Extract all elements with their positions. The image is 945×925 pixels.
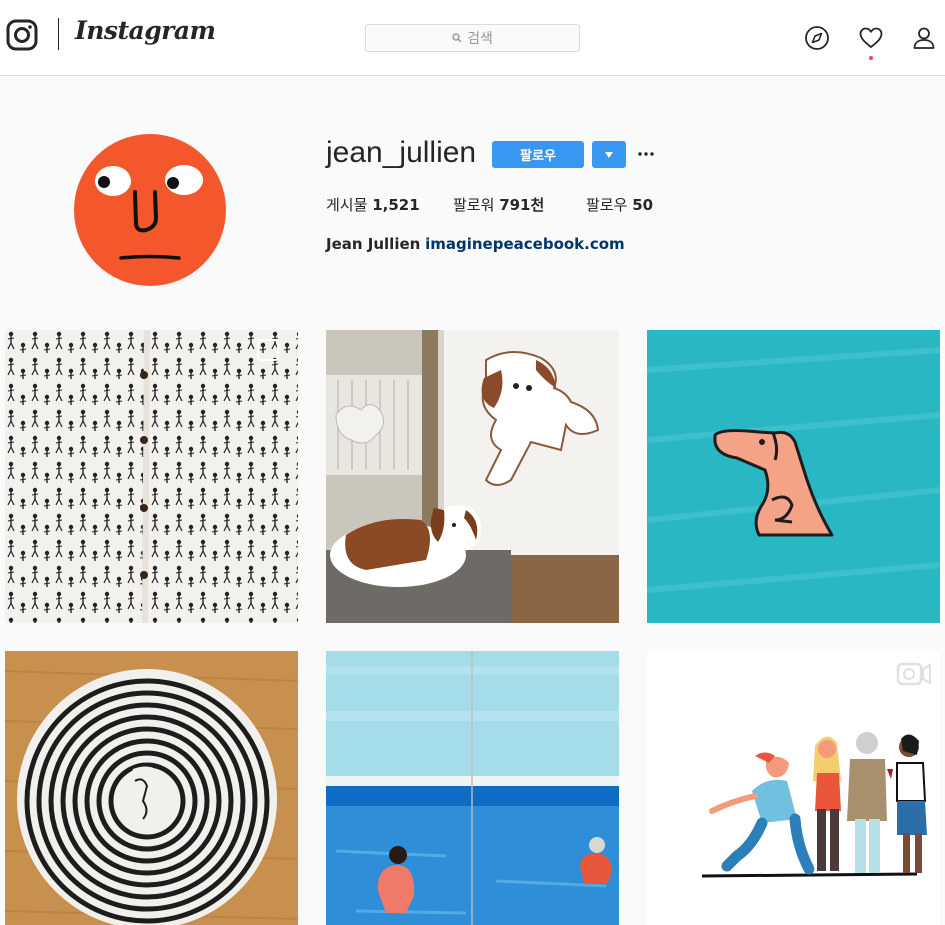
post-image xyxy=(647,330,940,623)
suggestions-dropdown-button[interactable] xyxy=(592,141,626,168)
post-tile[interactable] xyxy=(326,651,619,925)
profile-bio: Jean Jullien imaginepeacebook.com xyxy=(326,235,625,253)
following-value: 50 xyxy=(632,196,654,214)
followers-value: 791천 xyxy=(499,196,545,214)
follow-button[interactable]: 팔로우 xyxy=(492,141,584,168)
search-icon xyxy=(452,33,462,43)
post-image xyxy=(326,651,619,925)
top-nav: Instagram 검색 xyxy=(0,0,945,76)
compass-icon[interactable] xyxy=(804,25,830,51)
search-input[interactable]: 검색 xyxy=(365,24,580,52)
post-image xyxy=(647,651,940,925)
post-image xyxy=(5,651,298,925)
post-image xyxy=(5,330,298,623)
instagram-wordmark[interactable]: Instagram xyxy=(75,16,216,45)
ellipsis-icon xyxy=(638,152,654,156)
search-placeholder: 검색 xyxy=(467,31,493,47)
heart-icon[interactable] xyxy=(858,25,884,51)
more-options-button[interactable] xyxy=(636,142,656,166)
post-tile[interactable] xyxy=(647,330,940,623)
post-image xyxy=(326,330,619,623)
posts-count: 게시물 1,521 xyxy=(326,194,420,215)
caret-down-icon xyxy=(605,151,613,158)
post-tile[interactable] xyxy=(647,651,940,925)
notification-dot xyxy=(869,56,873,60)
post-tile[interactable] xyxy=(5,651,298,925)
profile-username: jean_jullien xyxy=(326,136,477,169)
bio-full-name: Jean Jullien xyxy=(326,235,421,253)
nav-divider xyxy=(58,18,59,50)
following-count[interactable]: 팔로우 50 xyxy=(586,194,653,215)
bio-website-link[interactable]: imaginepeacebook.com xyxy=(425,235,625,253)
user-icon[interactable] xyxy=(911,25,937,51)
post-tile[interactable] xyxy=(5,330,298,623)
followers-label: 팔로워 xyxy=(453,196,495,214)
post-tile[interactable] xyxy=(326,330,619,623)
posts-value: 1,521 xyxy=(372,196,420,214)
posts-label: 게시물 xyxy=(326,196,368,214)
avatar[interactable] xyxy=(74,134,226,286)
following-label: 팔로우 xyxy=(586,196,628,214)
instagram-logo-icon[interactable] xyxy=(6,19,38,51)
followers-count[interactable]: 팔로워 791천 xyxy=(453,194,544,215)
